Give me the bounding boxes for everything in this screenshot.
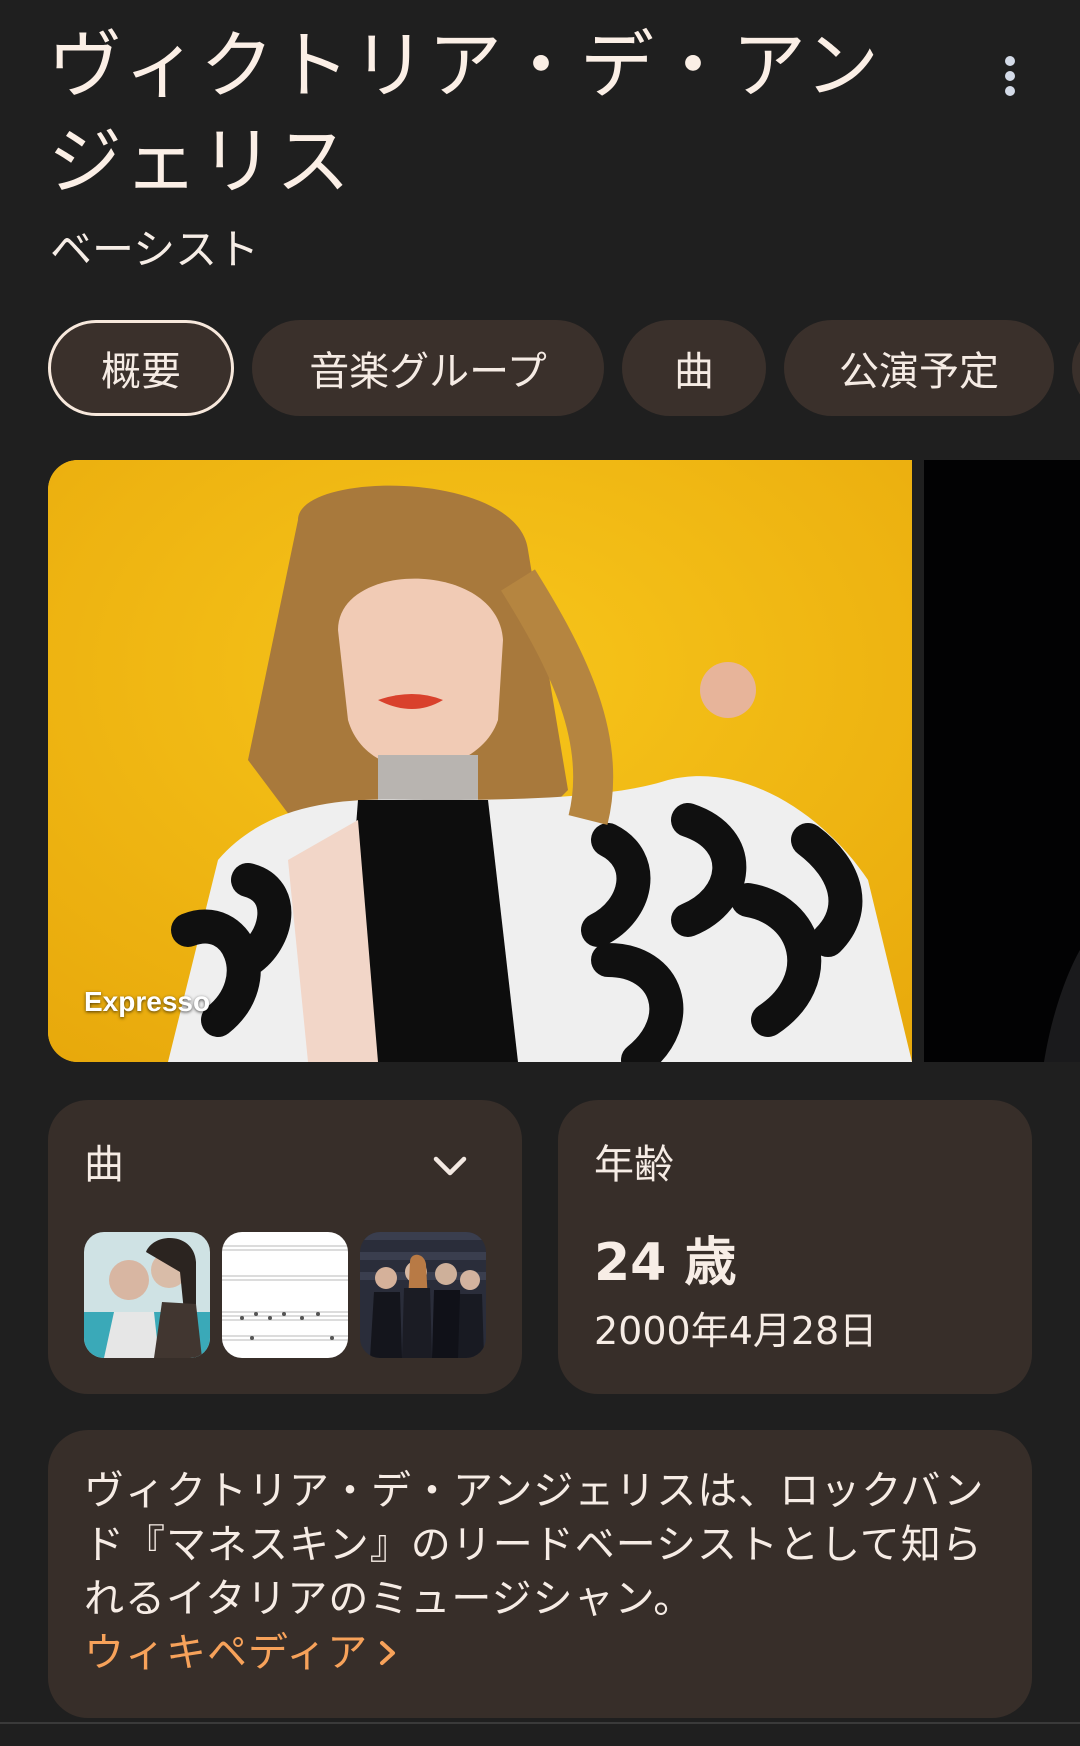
- tab-upcoming-events[interactable]: 公演予定: [784, 320, 1054, 416]
- artist-photo: [48, 460, 912, 1062]
- description-text: ヴィクトリア・デ・アンジェリスは、ロックバンド『マネスキン』のリードベーシストと…: [84, 1468, 985, 1622]
- song-thumbnail[interactable]: [84, 1232, 210, 1358]
- age-card[interactable]: 年齢 24 歳 2000年4月28日: [558, 1100, 1032, 1394]
- tab-overview[interactable]: 概要: [48, 320, 234, 416]
- song-thumbnail[interactable]: [222, 1232, 348, 1358]
- wikipedia-link[interactable]: ウィキペディア: [84, 1626, 400, 1680]
- birth-date: 2000年4月28日: [594, 1309, 878, 1353]
- hero-image[interactable]: Expresso: [48, 460, 912, 1062]
- wikipedia-link-label: ウィキペディア: [84, 1630, 369, 1676]
- chevron-right-icon: [380, 1641, 396, 1665]
- more-options-button[interactable]: [986, 48, 1034, 104]
- age-card-heading: 年齢: [594, 1142, 674, 1188]
- tab-songs[interactable]: 曲: [622, 320, 766, 416]
- chevron-down-icon[interactable]: [428, 1144, 472, 1188]
- hero-caption: Expresso: [84, 986, 211, 1017]
- tab-bar: 概要 音楽グループ 曲 公演予定: [48, 320, 1080, 416]
- tab-more[interactable]: [1072, 320, 1080, 416]
- next-photo: [924, 460, 1080, 1062]
- songs-card[interactable]: 曲: [48, 1100, 522, 1394]
- tab-music-group[interactable]: 音楽グループ: [252, 320, 604, 416]
- description-card: ヴィクトリア・デ・アンジェリスは、ロックバンド『マネスキン』のリードベーシストと…: [48, 1430, 1032, 1718]
- entity-subtitle: ベーシスト: [50, 225, 260, 274]
- bottom-divider: [0, 1722, 1080, 1746]
- band-photo: [360, 1232, 486, 1358]
- songs-card-heading: 曲: [84, 1142, 124, 1188]
- entity-title: ヴィクトリア・デ・アンジェリス: [48, 23, 882, 205]
- band-photo: [84, 1232, 210, 1358]
- song-thumbnail[interactable]: [360, 1232, 486, 1358]
- age-value: 24 歳: [594, 1233, 737, 1293]
- more-vert-icon: [1005, 56, 1015, 96]
- next-image[interactable]: [924, 460, 1080, 1062]
- sheet-music-image: [222, 1232, 348, 1358]
